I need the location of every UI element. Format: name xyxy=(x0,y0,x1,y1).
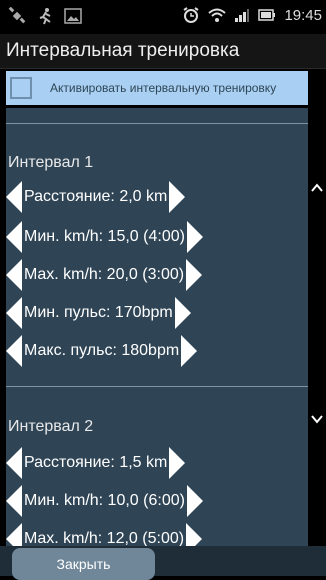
divider xyxy=(6,123,308,124)
increase-arrow-icon[interactable] xyxy=(186,485,203,517)
scrollbar[interactable] xyxy=(308,108,326,546)
interval-2-min-speed-row: Мин. km/h: 10,0 (6:00) xyxy=(6,485,203,517)
status-right-icons: 19:45 xyxy=(182,6,322,24)
increase-arrow-icon[interactable] xyxy=(169,447,186,479)
increase-arrow-icon[interactable] xyxy=(174,297,191,329)
intervals-panel[interactable]: Интервал 1 Расстояние: 2,0 km Мин. km/h:… xyxy=(6,108,308,546)
close-button[interactable]: Закрыть xyxy=(12,548,155,580)
satellite-icon xyxy=(8,7,26,24)
interval-1-max-pulse: Макс. пульс: 180bpm xyxy=(24,342,180,359)
decrease-arrow-icon[interactable] xyxy=(6,523,22,546)
interval-2-max-speed: Max. km/h: 12,0 (5:00) xyxy=(24,530,185,546)
increase-arrow-icon[interactable] xyxy=(186,221,203,253)
interval-1-title: Интервал 1 xyxy=(8,154,94,171)
decrease-arrow-icon[interactable] xyxy=(6,221,22,253)
interval-2-distance-row: Расстояние: 1,5 km xyxy=(6,447,186,479)
decrease-arrow-icon[interactable] xyxy=(6,485,22,517)
signal-icon xyxy=(235,9,250,22)
interval-1-min-speed: Мин. km/h: 15,0 (4:00) xyxy=(24,228,185,245)
interval-2-min-speed: Мин. km/h: 10,0 (6:00) xyxy=(24,492,185,509)
activate-interval-row[interactable]: Активировать интервальную тренировку xyxy=(6,71,308,105)
interval-1-max-speed: Max. km/h: 20,0 (3:00) xyxy=(24,266,185,283)
interval-1-min-speed-row: Мин. km/h: 15,0 (4:00) xyxy=(6,221,203,253)
status-left-icons xyxy=(8,7,82,25)
scroll-down-icon[interactable] xyxy=(311,413,323,425)
interval-2-distance: Расстояние: 1,5 km xyxy=(24,454,168,471)
decrease-arrow-icon[interactable] xyxy=(6,181,22,213)
title-bar: Интервальная тренировка xyxy=(0,34,326,69)
interval-2-title: Интервал 2 xyxy=(8,418,94,435)
battery-icon xyxy=(258,9,276,21)
increase-arrow-icon[interactable] xyxy=(169,181,186,213)
image-icon xyxy=(64,8,82,24)
interval-2-max-speed-row: Max. km/h: 12,0 (5:00) xyxy=(6,523,203,546)
alarm-clock-icon xyxy=(183,7,200,23)
activate-checkbox[interactable] xyxy=(10,77,32,99)
activate-label: Активировать интервальную тренировку xyxy=(50,81,277,95)
increase-arrow-icon[interactable] xyxy=(186,523,203,546)
page-title: Интервальная тренировка xyxy=(6,40,240,61)
scroll-up-icon[interactable] xyxy=(311,182,323,194)
decrease-arrow-icon[interactable] xyxy=(6,259,22,291)
interval-1-distance-row: Расстояние: 2,0 km xyxy=(6,181,186,213)
decrease-arrow-icon[interactable] xyxy=(6,335,22,367)
divider xyxy=(6,386,308,387)
interval-1-distance: Расстояние: 2,0 km xyxy=(24,188,168,205)
interval-1-min-pulse-row: Мин. пульс: 170bpm xyxy=(6,297,191,329)
interval-1-min-pulse: Мин. пульс: 170bpm xyxy=(24,304,173,321)
decrease-arrow-icon[interactable] xyxy=(6,447,22,479)
interval-1-max-pulse-row: Макс. пульс: 180bpm xyxy=(6,335,198,367)
increase-arrow-icon[interactable] xyxy=(186,259,203,291)
runner-icon xyxy=(39,8,51,25)
increase-arrow-icon[interactable] xyxy=(181,335,198,367)
status-bar: 19:45 xyxy=(0,0,326,34)
decrease-arrow-icon[interactable] xyxy=(6,297,22,329)
interval-1-max-speed-row: Max. km/h: 20,0 (3:00) xyxy=(6,259,203,291)
status-time: 19:45 xyxy=(284,6,322,24)
wifi-icon xyxy=(208,8,227,22)
